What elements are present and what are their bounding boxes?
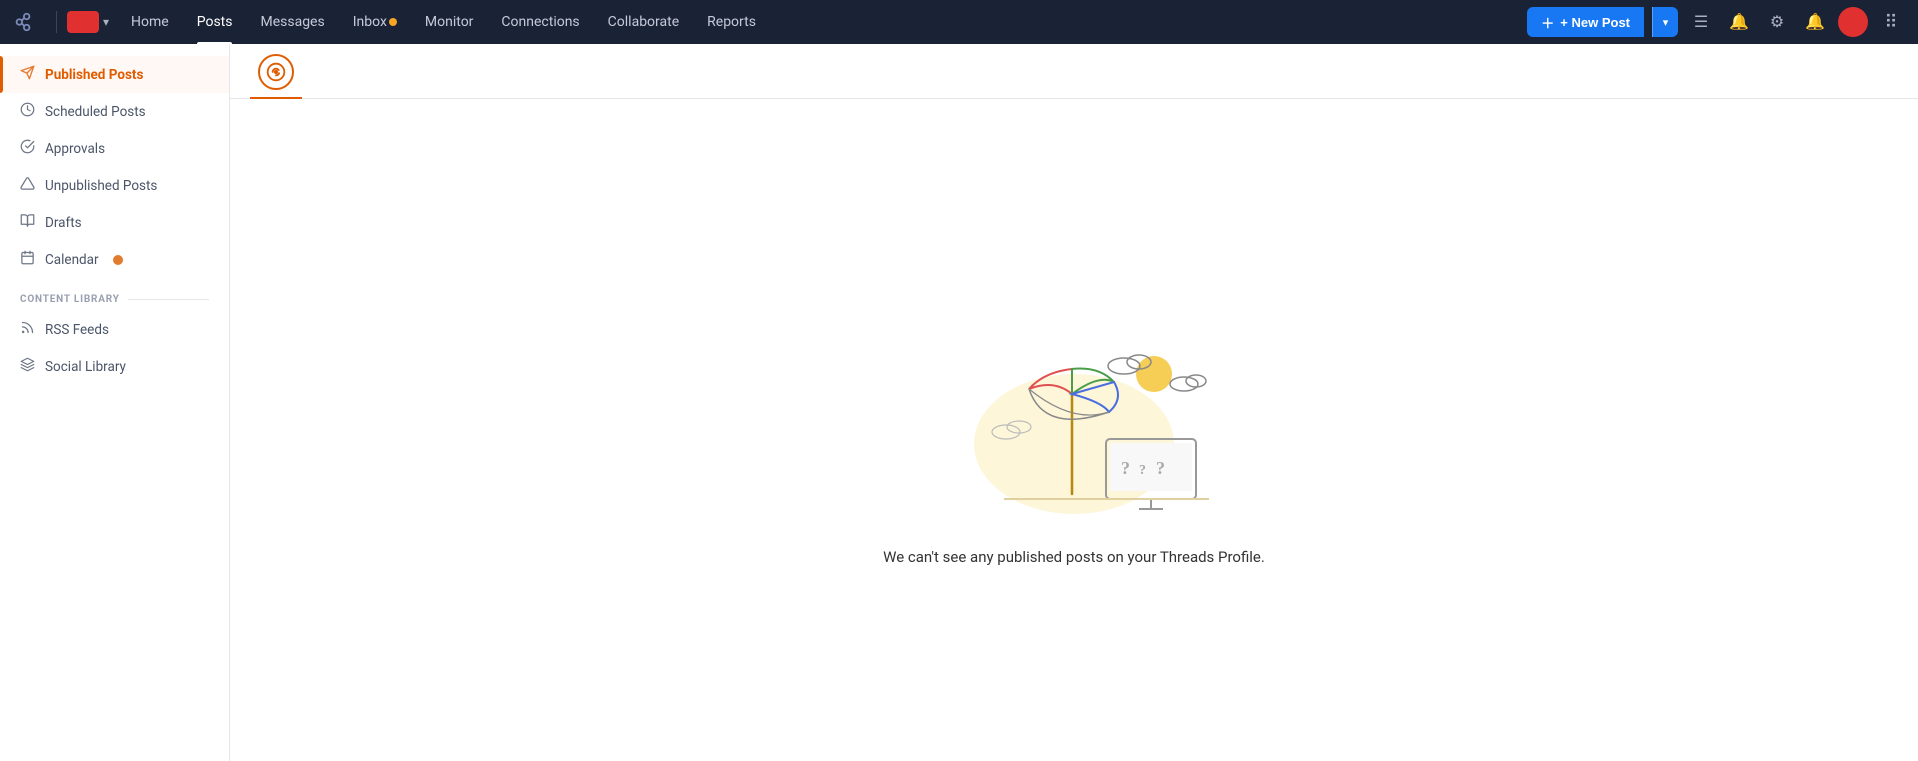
top-navigation: ▾ HomePostsMessagesInboxMonitorConnectio… <box>0 0 1918 44</box>
nav-link-reports[interactable]: Reports <box>693 0 770 44</box>
sidebar-item-label: Approvals <box>45 141 105 157</box>
empty-state-illustration: ? ? ? <box>924 294 1224 518</box>
sidebar-item-approvals[interactable]: Approvals <box>0 130 229 167</box>
main-layout: Published Posts Scheduled Posts Approval… <box>0 44 1918 761</box>
sidebar-item-unpublished-posts[interactable]: Unpublished Posts <box>0 167 229 204</box>
app-logo-icon <box>12 11 34 33</box>
sidebar-item-scheduled-posts[interactable]: Scheduled Posts <box>0 93 229 130</box>
sidebar-item-label: Scheduled Posts <box>45 104 146 120</box>
sidebar-item-rss-feeds[interactable]: RSS Feeds <box>0 311 229 348</box>
svg-text:?: ? <box>1121 458 1130 478</box>
empty-state-message: We can't see any published posts on your… <box>883 548 1265 566</box>
sidebar-item-label: Social Library <box>45 359 126 375</box>
empty-illustration-svg: ? ? ? <box>924 294 1224 514</box>
calendar-badge <box>113 255 123 265</box>
nav-link-connections[interactable]: Connections <box>487 0 593 44</box>
brand-logo[interactable] <box>67 11 99 33</box>
triangle-icon <box>20 176 35 195</box>
alert-icon-button[interactable]: 🔔 <box>1800 7 1830 37</box>
sidebar-item-calendar[interactable]: Calendar <box>0 241 229 278</box>
nav-link-monitor[interactable]: Monitor <box>411 0 488 44</box>
sidebar: Published Posts Scheduled Posts Approval… <box>0 44 230 761</box>
send-icon <box>20 65 35 84</box>
nav-links: HomePostsMessagesInboxMonitorConnections… <box>117 0 1527 44</box>
threads-tab-icon <box>258 54 294 90</box>
inbox-badge <box>389 18 397 26</box>
nav-divider <box>56 11 57 33</box>
sidebar-item-label: Drafts <box>45 215 82 231</box>
clock-icon <box>20 102 35 121</box>
nav-link-collaborate[interactable]: Collaborate <box>594 0 693 44</box>
apps-icon-button[interactable]: ⠿ <box>1876 7 1906 37</box>
sidebar-item-label: Calendar <box>45 252 99 268</box>
calendar-icon <box>20 250 35 269</box>
bell-icon-button[interactable]: 🔔 <box>1724 7 1754 37</box>
user-avatar[interactable] <box>1838 7 1868 37</box>
brand-dropdown-icon[interactable]: ▾ <box>103 15 109 29</box>
content-library-section-label: CONTENT LIBRARY <box>0 278 229 311</box>
nav-link-posts[interactable]: Posts <box>183 0 247 44</box>
new-post-label: + New Post <box>1560 15 1630 30</box>
sidebar-item-drafts[interactable]: Drafts <box>0 204 229 241</box>
nav-link-inbox[interactable]: Inbox <box>339 0 411 44</box>
new-post-icon: ＋ <box>1541 13 1554 32</box>
nav-link-messages[interactable]: Messages <box>246 0 338 44</box>
rss-icon <box>20 320 35 339</box>
new-post-dropdown-button[interactable]: ▾ <box>1652 7 1678 37</box>
new-post-button[interactable]: ＋ + New Post <box>1527 7 1644 37</box>
svg-text:?: ? <box>1139 463 1146 478</box>
check-circle-icon <box>20 139 35 158</box>
sidebar-item-label: Unpublished Posts <box>45 178 157 194</box>
logo-area <box>12 11 34 33</box>
layers-icon <box>20 357 35 376</box>
gear-icon-button[interactable]: ⚙ <box>1762 7 1792 37</box>
svg-text:?: ? <box>1156 458 1165 478</box>
tab-bar <box>230 44 1918 99</box>
nav-link-home[interactable]: Home <box>117 0 183 44</box>
sidebar-item-label: Published Posts <box>45 67 143 83</box>
content-area: ? ? ? We can't see any published posts o… <box>230 44 1918 761</box>
sidebar-item-published-posts[interactable]: Published Posts <box>0 56 229 93</box>
empty-state-message-text: We can't see any published posts on your… <box>883 548 1265 566</box>
sidebar-item-social-library[interactable]: Social Library <box>0 348 229 385</box>
tab-threads[interactable] <box>250 44 302 98</box>
menu-icon-button[interactable]: ☰ <box>1686 7 1716 37</box>
sidebar-item-label: RSS Feeds <box>45 322 109 338</box>
book-icon <box>20 213 35 232</box>
nav-right-actions: ＋ + New Post ▾ ☰ 🔔 ⚙ 🔔 ⠿ <box>1527 7 1906 37</box>
content-library-label-text: CONTENT LIBRARY <box>20 294 120 305</box>
empty-state: ? ? ? We can't see any published posts o… <box>230 99 1918 761</box>
